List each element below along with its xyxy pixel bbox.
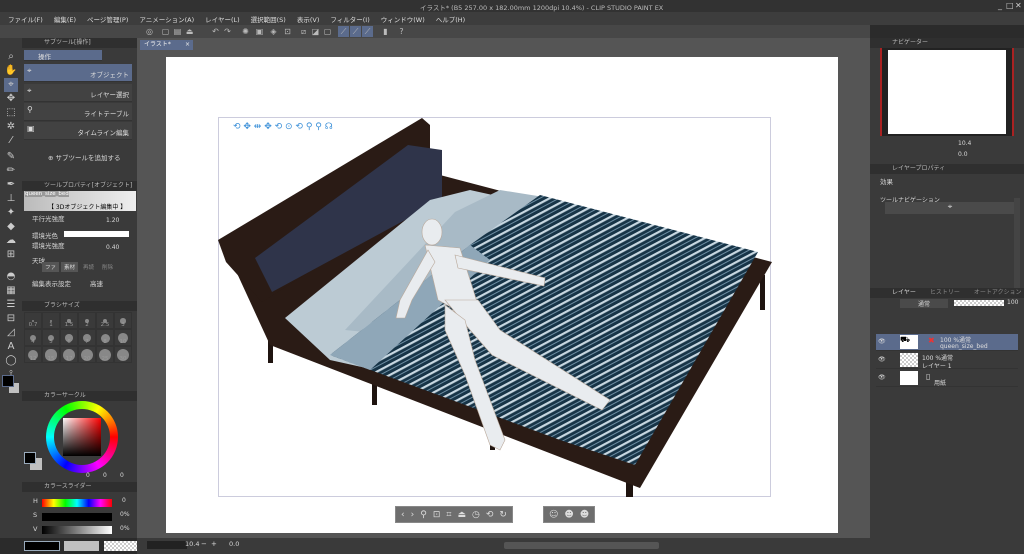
- tab-layer[interactable]: レイヤー: [892, 288, 916, 298]
- navigator-zoom[interactable]: 10.4: [958, 140, 971, 147]
- right-panels: ナビゲーター 10.4 0.0 レイヤープロパティ 効果 ツールナビゲーション …: [870, 38, 1024, 554]
- tab-history[interactable]: ヒストリー: [930, 288, 960, 298]
- next-icon[interactable]: ›: [411, 510, 415, 520]
- pose-2-icon[interactable]: ☻: [564, 510, 573, 520]
- horizontal-scrollbar[interactable]: [504, 542, 659, 549]
- navigator-preview[interactable]: [880, 48, 1014, 136]
- paper-icon: ▯: [926, 372, 931, 381]
- layer-row[interactable]: 👁 ⛟ ✖ 100 %通常 queen_size_bed: [876, 334, 1018, 351]
- pose-launcher: ☺ ☻ ☻: [543, 506, 596, 523]
- visibility-eye-icon[interactable]: 👁: [878, 356, 886, 363]
- zoom-out-button[interactable]: −: [201, 540, 207, 548]
- reset-icon[interactable]: ⟲: [486, 510, 494, 520]
- pose-icon[interactable]: ☺: [549, 510, 558, 520]
- navigator-rotate[interactable]: 0.0: [958, 151, 968, 158]
- object-launcher: ‹ › ⚲ ⊡ ⌗ ⏏ ◷ ⟲ ↻: [395, 506, 513, 523]
- reset-rotation-icon[interactable]: ↻: [499, 510, 507, 520]
- layer-row[interactable]: 👁 ▯ 用紙: [876, 370, 1018, 387]
- zoom-slider[interactable]: [147, 541, 187, 549]
- tab-auto-action[interactable]: オートアクション: [974, 288, 1022, 298]
- tool-navigation-button[interactable]: ⌖: [885, 202, 1015, 214]
- fit-icon[interactable]: ⌗: [446, 510, 451, 520]
- opacity-slider[interactable]: [954, 300, 1004, 306]
- layer-thumbnail: [900, 371, 918, 385]
- rotate-icon[interactable]: ◷: [472, 510, 480, 520]
- floor-icon[interactable]: ⏏: [457, 510, 466, 520]
- navigator-header: ナビゲーター: [870, 38, 1024, 48]
- zoom-in-button[interactable]: +: [211, 540, 217, 548]
- blend-mode-select[interactable]: 通常: [900, 299, 948, 308]
- register-material-icon[interactable]: ⚲: [420, 510, 427, 520]
- camera-icon[interactable]: ⊡: [433, 510, 441, 520]
- visibility-eye-icon[interactable]: 👁: [878, 338, 886, 345]
- 3d-layer-icon: ✖: [928, 336, 935, 345]
- layer-tabs: レイヤー ヒストリー オートアクション: [870, 288, 1024, 298]
- layer-thumbnail: [900, 353, 918, 367]
- prev-icon[interactable]: ‹: [401, 510, 405, 520]
- right-scrollbar[interactable]: [1014, 198, 1020, 288]
- layer-thumbnail: ⛟: [900, 335, 918, 349]
- pose-3-icon[interactable]: ☻: [580, 510, 589, 520]
- visibility-eye-icon[interactable]: 👁: [878, 374, 886, 381]
- rotate-value[interactable]: 0.0: [229, 540, 239, 548]
- layer-property-header: レイヤープロパティ: [870, 164, 1024, 174]
- zoom-value[interactable]: 10.4: [185, 540, 199, 548]
- 3d-manipulator-icons: ⟲ ✥ ⇹ ✥ ⟲ ⊙ ⟲ ⚲ ⚲ ☊: [233, 122, 333, 132]
- opacity-value[interactable]: 100: [1007, 299, 1018, 306]
- svg-text:⟲ ✥ ⇹ ✥ ⟲ ⊙ ⟲ ⚲ ⚲ ☊: ⟲ ✥ ⇹ ✥ ⟲ ⊙ ⟲ ⚲ ⚲ ☊: [233, 122, 333, 132]
- status-bar: 10.4 − + 0.0: [137, 538, 870, 554]
- layer-row[interactable]: 👁 100 %通常 レイヤー 1: [876, 352, 1018, 370]
